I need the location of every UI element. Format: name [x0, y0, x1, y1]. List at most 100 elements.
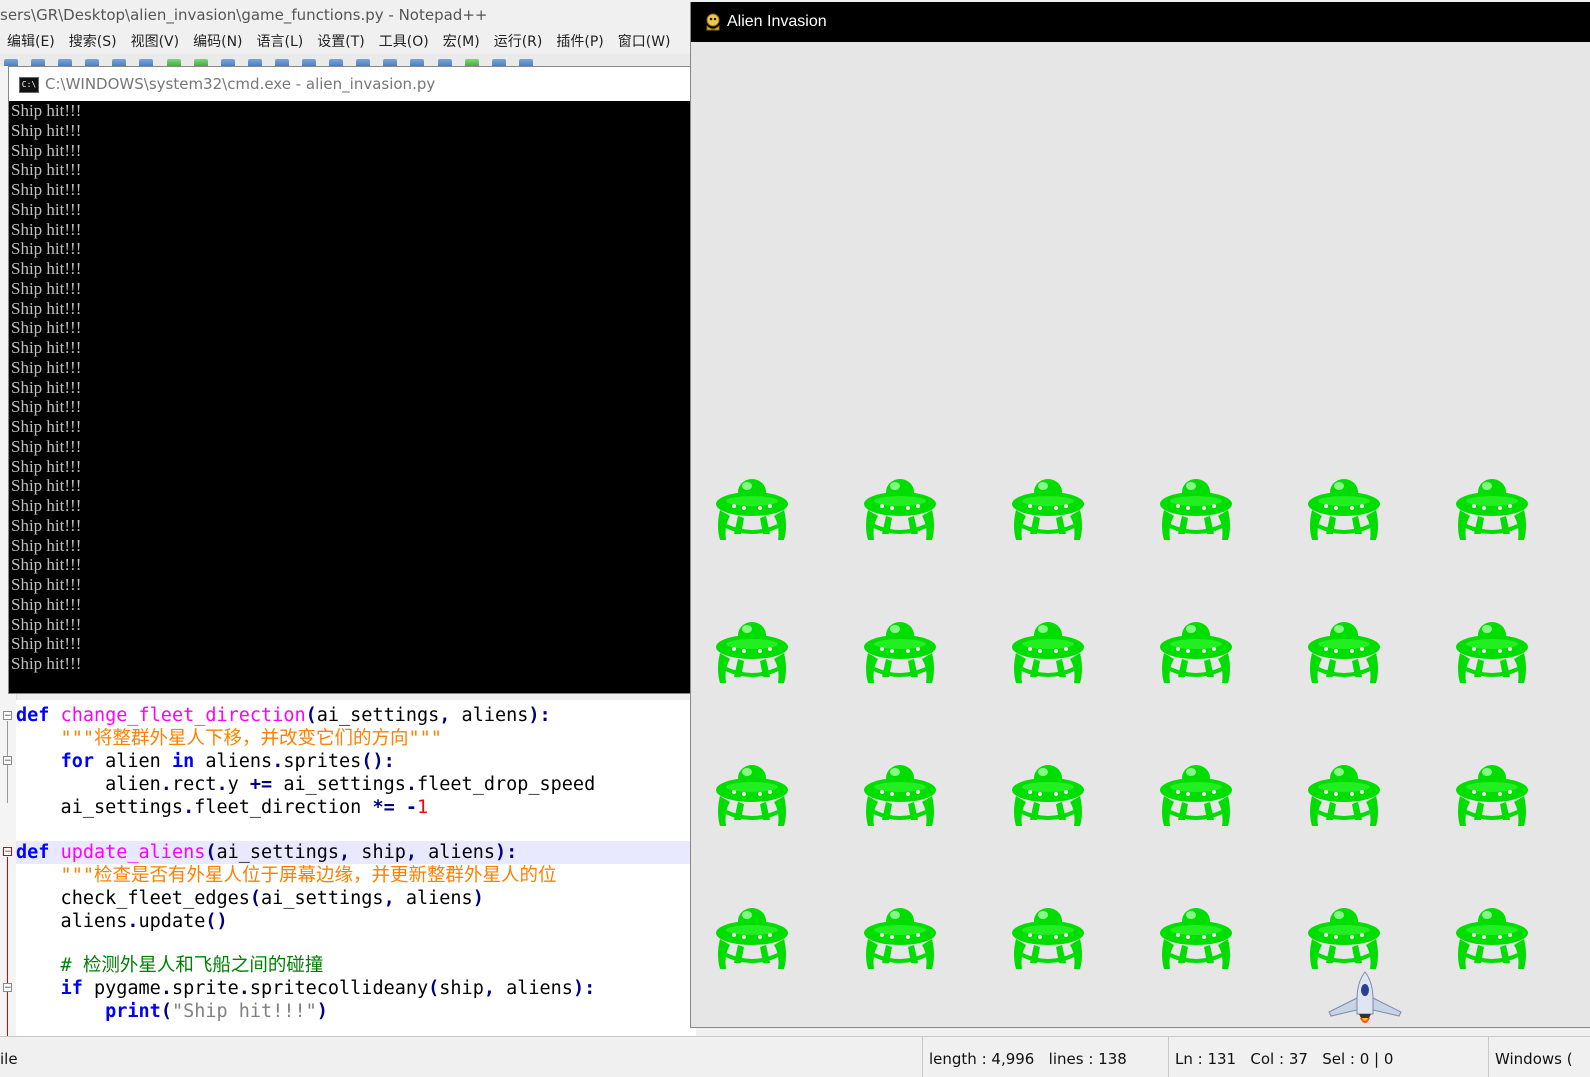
status-bar: ile length : 4,996 lines : 138 Ln : 131 … [0, 1036, 1590, 1077]
console-line: Ship hit!!! [11, 219, 82, 239]
alien-sprite [1010, 899, 1086, 973]
alien-sprite [714, 613, 790, 687]
alien-sprite [1306, 613, 1382, 687]
menu-item[interactable]: 工具(O) [372, 30, 436, 54]
console-line: Ship hit!!! [11, 160, 82, 180]
alien-sprite [1158, 756, 1234, 830]
fold-line [7, 857, 8, 1037]
console-line: Ship hit!!! [11, 436, 82, 456]
code-line: print("Ship hit!!!") [105, 1001, 328, 1022]
player-ship-icon [1327, 970, 1403, 1028]
code-line: for alien in aliens.sprites(): [60, 751, 395, 772]
console-line: Ship hit!!! [11, 654, 82, 673]
alien-sprite [1010, 613, 1086, 687]
code-line: aliens.update() [16, 911, 228, 932]
console-line: Ship hit!!! [11, 338, 82, 357]
console-line: Ship hit!!! [11, 555, 82, 575]
status-position: Ln : 131 Col : 37 Sel : 0 | 0 [1168, 1037, 1488, 1077]
alien-sprite [1158, 470, 1234, 544]
code-line: ai_settings.fleet_direction *= -1 [16, 797, 429, 818]
alien-sprite [1454, 613, 1530, 687]
alien-sprite [1454, 756, 1530, 830]
alien-sprite [1454, 899, 1530, 973]
menu-item[interactable]: 窗口(W) [611, 30, 678, 54]
fold-toggle-icon[interactable]: − [3, 983, 12, 993]
code-line: check_fleet_edges(ai_settings, aliens) [16, 888, 484, 909]
menu-item[interactable]: 运行(R) [487, 30, 550, 54]
console-line: Ship hit!!! [11, 180, 82, 199]
fold-toggle-icon[interactable]: − [3, 711, 12, 721]
pygame-snake-icon [706, 13, 720, 31]
code-line-current: def update_aliens(ai_settings, ship, ali… [16, 841, 696, 864]
console-line: Ship hit!!! [11, 397, 82, 417]
console-line: Ship hit!!! [11, 199, 82, 219]
alien-sprite [862, 613, 938, 687]
menu-item[interactable]: 搜索(S) [62, 30, 124, 54]
alien-sprite [1010, 470, 1086, 544]
docstring: """检查是否有外星人位于屏幕边缘，并更新整群外星人的位 [16, 865, 557, 886]
console-line: Ship hit!!! [11, 259, 82, 278]
status-length: length : 4,996 lines : 138 [922, 1037, 1170, 1077]
alien-sprite [1010, 756, 1086, 830]
code-line: """检查是否有外星人位于屏幕边缘，并更新整群外星人的位 [16, 864, 557, 887]
alien-sprite [862, 756, 938, 830]
alien-sprite [714, 899, 790, 973]
code-line: alien.rect.y += ai_settings.fleet_drop_s… [16, 774, 596, 795]
menu-item[interactable]: 视图(V) [124, 30, 187, 54]
fold-toggle-icon[interactable]: − [3, 756, 12, 766]
console-line: Ship hit!!! [11, 594, 82, 614]
fold-toggle-icon[interactable]: − [3, 847, 12, 857]
console-line: Ship hit!!! [11, 515, 82, 535]
console-line: Ship hit!!! [11, 101, 82, 120]
alien-invasion-window[interactable]: Alien Invasion [690, 2, 1590, 1028]
alien-sprite [1306, 899, 1382, 973]
alien-sprite [714, 470, 790, 544]
console-line: Ship hit!!! [11, 575, 82, 594]
code-line: """将整群外星人下移，并改变它们的方向""" [16, 727, 442, 750]
console-line: Ship hit!!! [11, 357, 82, 377]
console-output[interactable]: Ship hit!!! Ship hit!!! Ship hit!!! Ship hi… [9, 101, 695, 693]
alien-sprite [1158, 899, 1234, 973]
game-playfield[interactable] [691, 42, 1590, 1028]
docstring: """将整群外星人下移，并改变它们的方向""" [16, 728, 442, 749]
comment: # 检测外星人和飞船之间的碰撞 [16, 955, 324, 976]
console-line: Ship hit!!! [11, 614, 82, 634]
menu-item[interactable]: 插件(P) [549, 30, 610, 54]
code-line: # 检测外星人和飞船之间的碰撞 [16, 954, 324, 977]
game-title-bar[interactable]: Alien Invasion [691, 2, 1590, 42]
console-line: Ship hit!!! [11, 318, 82, 338]
console-line: Ship hit!!! [11, 140, 82, 160]
menu-item[interactable]: 设置(T) [310, 30, 371, 54]
cmd-window[interactable]: C:\ C:\WINDOWS\system32\cmd.exe - alien_i… [8, 66, 696, 694]
console-line: Ship hit!!! [11, 496, 82, 515]
alien-sprite [1306, 756, 1382, 830]
cmd-title-text: C:\WINDOWS\system32\cmd.exe - alien_inva… [45, 75, 436, 93]
window-title: sers\GR\Desktop\alien_invasion\game_func… [0, 6, 488, 24]
alien-sprite [714, 756, 790, 830]
status-eol: Windows ( [1488, 1037, 1590, 1077]
menu-item[interactable]: 宏(M) [436, 30, 487, 54]
alien-sprite [862, 470, 938, 544]
alien-sprite [1158, 613, 1234, 687]
code-line: def change_fleet_direction(ai_settings, … [16, 705, 551, 726]
console-line: Ship hit!!! [11, 298, 82, 318]
alien-sprite [862, 899, 938, 973]
console-line: Ship hit!!! [11, 239, 82, 259]
alien-sprite [1454, 470, 1530, 544]
menu-item[interactable]: 编辑(E) [0, 30, 62, 54]
code-editor[interactable]: def change_fleet_direction(ai_settings, … [16, 700, 696, 1036]
game-title-text: Alien Invasion [727, 13, 827, 30]
console-line: Ship hit!!! [11, 535, 82, 555]
console-line: Ship hit!!! [11, 476, 82, 496]
status-file-type: ile [0, 1050, 18, 1068]
menu-item[interactable]: 编码(N) [186, 30, 249, 54]
console-line: Ship hit!!! [11, 456, 82, 476]
console-line: Ship hit!!! [11, 120, 82, 140]
console-line: Ship hit!!! [11, 634, 82, 654]
menu-item[interactable]: 语言(L) [250, 30, 311, 54]
code-line: if pygame.sprite.spritecollideany(ship, … [60, 978, 596, 999]
menu-bar: 编辑(E) 搜索(S) 视图(V) 编码(N) 语言(L) 设置(T) 工具(O) 宏(M) 运… [0, 30, 700, 54]
alien-sprite [1306, 470, 1382, 544]
cmd-title-bar[interactable]: C:\ C:\WINDOWS\system32\cmd.exe - alien_i… [9, 67, 695, 101]
console-line: Ship hit!!! [11, 417, 82, 436]
